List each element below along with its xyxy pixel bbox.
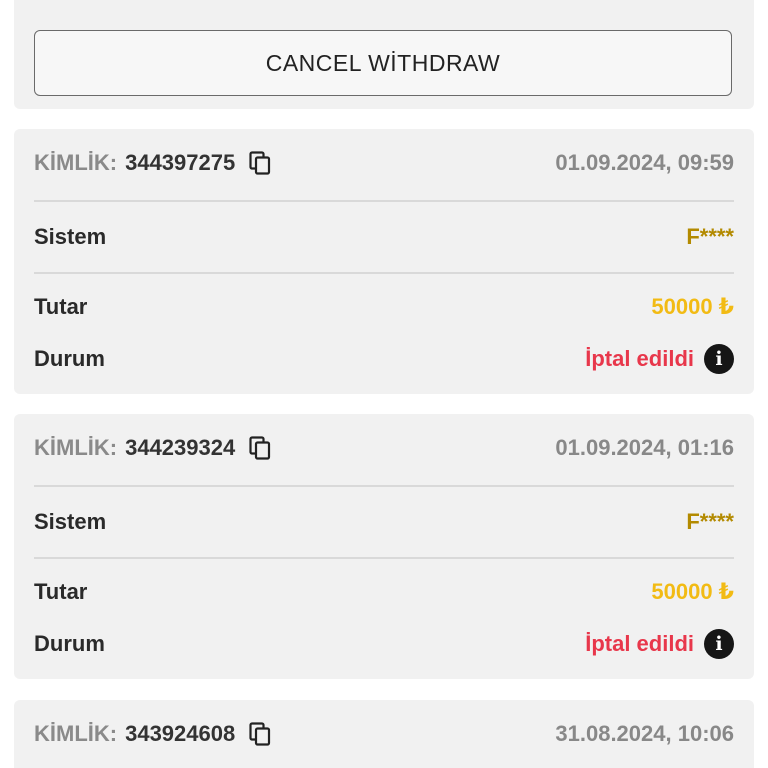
divider [34,557,734,559]
system-row: Sistem F**** [34,217,734,257]
info-icon[interactable]: i [704,629,734,659]
id-label: KİMLİK: [34,435,118,460]
status-label: Durum [34,631,105,656]
copy-icon[interactable] [249,436,271,460]
divider [34,485,734,487]
amount-value: 50000 ₺ [651,294,734,319]
status-row: Durum İptal edildi i [34,624,734,664]
amount-label: Tutar [34,579,88,604]
transaction-card: KİMLİK: 343924608 31.08.2024, 10:06 [14,700,754,768]
transaction-header: KİMLİK: 344239324 01.09.2024, 01:16 [34,428,734,468]
transaction-card: KİMLİK: 344397275 01.09.2024, 09:59 Sist… [14,129,754,394]
cancel-withdraw-card: CANCEL WİTHDRAW [14,0,754,109]
system-label: Sistem [34,224,107,249]
status-label: Durum [34,346,105,371]
status-value: İptal edildi [585,631,694,656]
transaction-card: KİMLİK: 344239324 01.09.2024, 01:16 Sist… [14,414,754,679]
withdraw-history-page: CANCEL WİTHDRAW KİMLİK: 344397275 01.09.… [0,0,768,768]
transaction-id: 344397275 [125,150,236,175]
amount-label: Tutar [34,294,88,319]
transaction-header: KİMLİK: 344397275 01.09.2024, 09:59 [34,143,734,183]
status-value: İptal edildi [585,346,694,371]
transaction-header: KİMLİK: 343924608 31.08.2024, 10:06 [34,714,734,754]
cancel-withdraw-button[interactable]: CANCEL WİTHDRAW [34,30,732,96]
divider [34,200,734,202]
id-label: KİMLİK: [34,150,118,175]
id-label: KİMLİK: [34,721,118,746]
system-label: Sistem [34,509,107,534]
divider [34,272,734,274]
amount-row: Tutar 50000 ₺ [34,287,734,327]
system-row: Sistem F**** [34,502,734,542]
transaction-datetime: 01.09.2024, 09:59 [555,150,734,175]
transaction-id: 344239324 [125,435,236,460]
status-row: Durum İptal edildi i [34,339,734,379]
transaction-datetime: 31.08.2024, 10:06 [555,721,734,746]
copy-icon[interactable] [249,151,271,175]
info-icon[interactable]: i [704,344,734,374]
transaction-id: 343924608 [125,721,236,746]
transaction-datetime: 01.09.2024, 01:16 [555,435,734,460]
copy-icon[interactable] [249,722,271,746]
system-value: F**** [686,224,734,249]
amount-value: 50000 ₺ [651,579,734,604]
amount-row: Tutar 50000 ₺ [34,572,734,612]
system-value: F**** [686,509,734,534]
